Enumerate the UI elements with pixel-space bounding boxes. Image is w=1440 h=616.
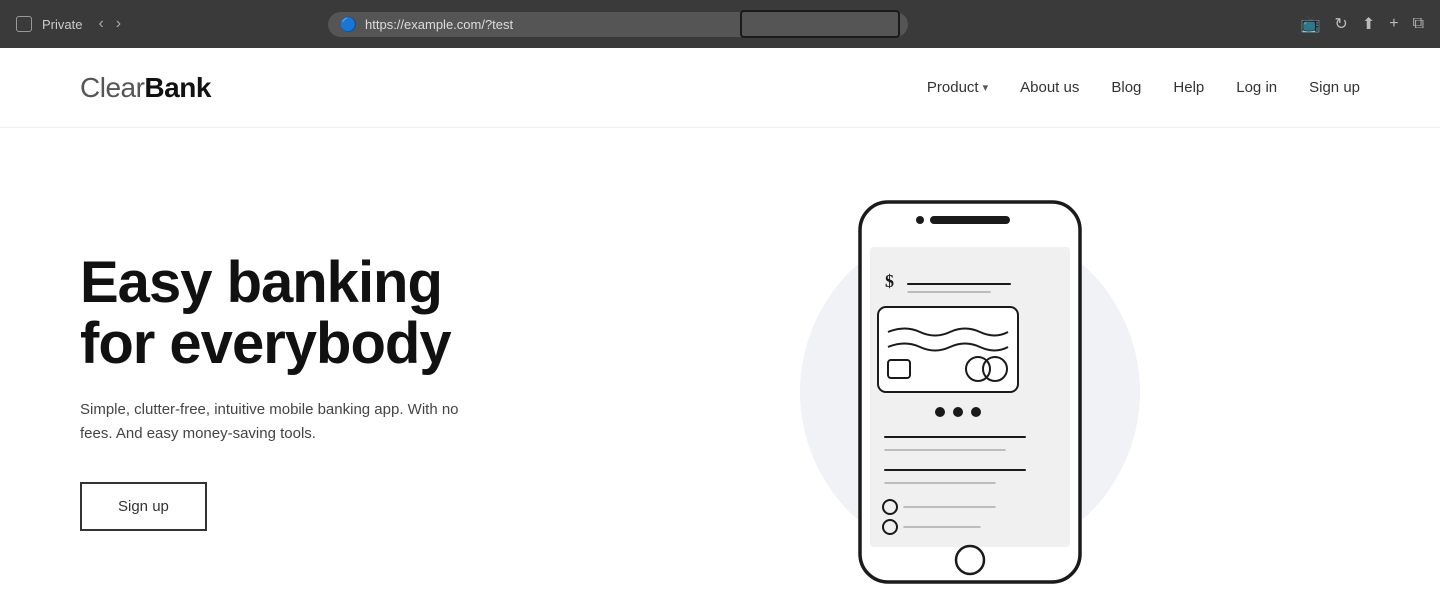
svg-text:$: $ bbox=[885, 271, 894, 291]
private-label: Private bbox=[42, 17, 82, 32]
navigation: Clear Bank Product ▾ About us Blog Help … bbox=[0, 48, 1440, 128]
nav-signup-button[interactable]: Sign up bbox=[1309, 79, 1360, 96]
hero-title-line2: for everybody bbox=[80, 311, 451, 376]
hero-section: Easy banking for everybody Simple, clutt… bbox=[0, 128, 1440, 616]
website: Clear Bank Product ▾ About us Blog Help … bbox=[0, 48, 1440, 616]
nav-product-label: Product bbox=[927, 79, 979, 96]
browser-left: Private bbox=[16, 16, 82, 32]
hero-title: Easy banking for everybody bbox=[80, 253, 580, 375]
nav-product[interactable]: Product ▾ bbox=[927, 79, 988, 96]
nav-about[interactable]: About us bbox=[1020, 79, 1079, 96]
nav-blog[interactable]: Blog bbox=[1111, 79, 1141, 96]
nav-arrows: ‹ › bbox=[94, 13, 125, 35]
nav-help[interactable]: Help bbox=[1173, 79, 1204, 96]
hero-signup-button[interactable]: Sign up bbox=[80, 482, 207, 531]
logo-clear: Clear bbox=[80, 72, 144, 104]
hero-content: Easy banking for everybody Simple, clutt… bbox=[80, 253, 580, 532]
address-bar[interactable]: 🔵 https://example.com/?test bbox=[328, 12, 908, 37]
refresh-icon[interactable]: ↻ bbox=[1334, 14, 1347, 34]
new-tab-icon[interactable]: + bbox=[1389, 15, 1398, 33]
tab-icon bbox=[16, 16, 32, 32]
nav-login-button[interactable]: Log in bbox=[1236, 79, 1277, 96]
browser-right: 📺 ↻ ⬆ + ⧉ bbox=[1300, 14, 1424, 34]
forward-arrow[interactable]: › bbox=[112, 13, 125, 35]
chevron-down-icon: ▾ bbox=[983, 81, 989, 94]
share-icon[interactable]: ⬆ bbox=[1362, 14, 1375, 34]
nav-links: Product ▾ About us Blog Help Log in Sign… bbox=[927, 79, 1360, 96]
tabs-icon[interactable]: ⧉ bbox=[1413, 15, 1424, 33]
hero-title-line1: Easy banking bbox=[80, 250, 442, 315]
logo[interactable]: Clear Bank bbox=[80, 72, 211, 104]
url-selection-highlight bbox=[740, 10, 900, 38]
hero-image: $ bbox=[580, 192, 1360, 592]
secure-icon: 🔵 bbox=[340, 16, 357, 33]
browser-chrome: Private ‹ › 🔵 https://example.com/?test … bbox=[0, 0, 1440, 48]
logo-bank: Bank bbox=[144, 72, 210, 104]
phone-illustration: $ bbox=[830, 192, 1110, 592]
hero-subtitle: Simple, clutter-free, intuitive mobile b… bbox=[80, 398, 460, 446]
url-text: https://example.com/?test bbox=[365, 17, 513, 32]
back-arrow[interactable]: ‹ bbox=[94, 13, 107, 35]
media-icon[interactable]: 📺 bbox=[1300, 14, 1320, 34]
